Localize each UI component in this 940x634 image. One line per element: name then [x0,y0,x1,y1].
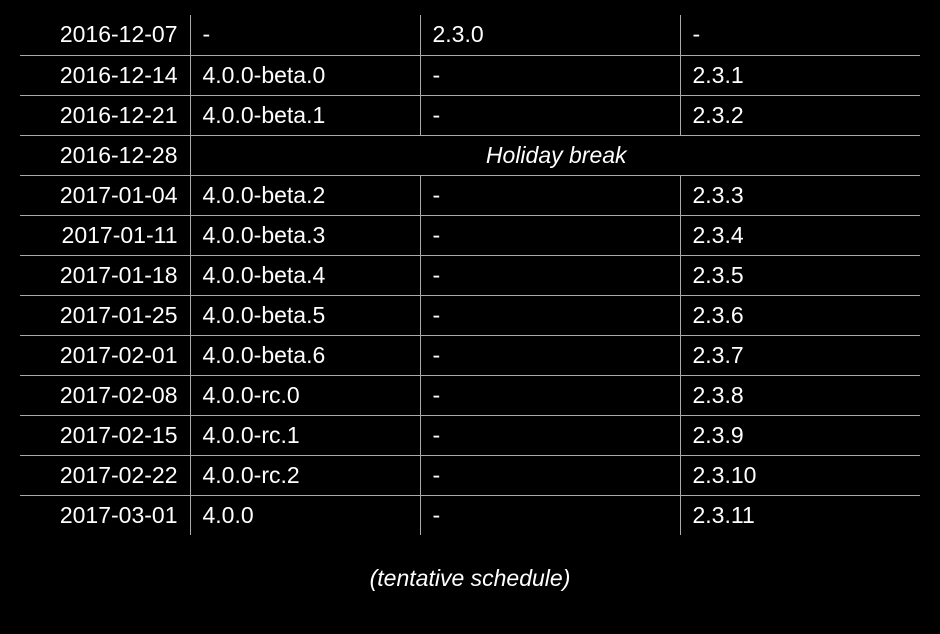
stable2-cell: 2.3.6 [680,295,920,335]
table-row: 2017-02-084.0.0-rc.0-2.3.8 [20,375,920,415]
date-cell: 2016-12-21 [20,95,190,135]
stable2-cell: 2.3.1 [680,55,920,95]
beta-cell: 4.0.0-beta.1 [190,95,420,135]
date-cell: 2016-12-07 [20,15,190,55]
stable1-cell: - [420,215,680,255]
beta-cell: 4.0.0-beta.4 [190,255,420,295]
date-cell: 2017-03-01 [20,495,190,535]
table-row: 2016-12-07-2.3.0- [20,15,920,55]
stable1-cell: - [420,95,680,135]
beta-cell: 4.0.0 [190,495,420,535]
beta-cell: 4.0.0-beta.0 [190,55,420,95]
table-row: 2017-01-184.0.0-beta.4-2.3.5 [20,255,920,295]
beta-cell: - [190,15,420,55]
stable1-cell: - [420,295,680,335]
table-row: 2017-02-154.0.0-rc.1-2.3.9 [20,415,920,455]
stable1-cell: - [420,455,680,495]
table-row: 2017-02-224.0.0-rc.2-2.3.10 [20,455,920,495]
date-cell: 2016-12-28 [20,135,190,175]
date-cell: 2017-02-22 [20,455,190,495]
table-row: 2017-03-014.0.0-2.3.11 [20,495,920,535]
stable2-cell: - [680,15,920,55]
stable2-cell: 2.3.10 [680,455,920,495]
stable2-cell: 2.3.5 [680,255,920,295]
date-cell: 2016-12-14 [20,55,190,95]
beta-cell: 4.0.0-beta.5 [190,295,420,335]
holiday-cell: Holiday break [190,135,920,175]
stable2-cell: 2.3.7 [680,335,920,375]
beta-cell: 4.0.0-rc.2 [190,455,420,495]
date-cell: 2017-01-18 [20,255,190,295]
table-row: 2017-01-044.0.0-beta.2-2.3.3 [20,175,920,215]
date-cell: 2017-01-11 [20,215,190,255]
stable2-cell: 2.3.4 [680,215,920,255]
release-schedule-table: 2016-12-07-2.3.0-2016-12-144.0.0-beta.0-… [20,15,920,535]
stable1-cell: - [420,175,680,215]
stable1-cell: - [420,55,680,95]
stable1-cell: - [420,415,680,455]
beta-cell: 4.0.0-beta.2 [190,175,420,215]
date-cell: 2017-02-08 [20,375,190,415]
stable1-cell: - [420,375,680,415]
stable2-cell: 2.3.3 [680,175,920,215]
stable1-cell: 2.3.0 [420,15,680,55]
caption: (tentative schedule) [20,565,920,592]
stable2-cell: 2.3.11 [680,495,920,535]
date-cell: 2017-02-15 [20,415,190,455]
stable1-cell: - [420,255,680,295]
date-cell: 2017-02-01 [20,335,190,375]
table-row: 2017-01-114.0.0-beta.3-2.3.4 [20,215,920,255]
stable2-cell: 2.3.8 [680,375,920,415]
stable2-cell: 2.3.2 [680,95,920,135]
table-row: 2017-02-014.0.0-beta.6-2.3.7 [20,335,920,375]
date-cell: 2017-01-04 [20,175,190,215]
stable1-cell: - [420,495,680,535]
table-row: 2017-01-254.0.0-beta.5-2.3.6 [20,295,920,335]
stable2-cell: 2.3.9 [680,415,920,455]
beta-cell: 4.0.0-beta.6 [190,335,420,375]
beta-cell: 4.0.0-rc.1 [190,415,420,455]
stable1-cell: - [420,335,680,375]
table-row: 2016-12-28Holiday break [20,135,920,175]
table-row: 2016-12-214.0.0-beta.1-2.3.2 [20,95,920,135]
beta-cell: 4.0.0-beta.3 [190,215,420,255]
date-cell: 2017-01-25 [20,295,190,335]
table-row: 2016-12-144.0.0-beta.0-2.3.1 [20,55,920,95]
beta-cell: 4.0.0-rc.0 [190,375,420,415]
